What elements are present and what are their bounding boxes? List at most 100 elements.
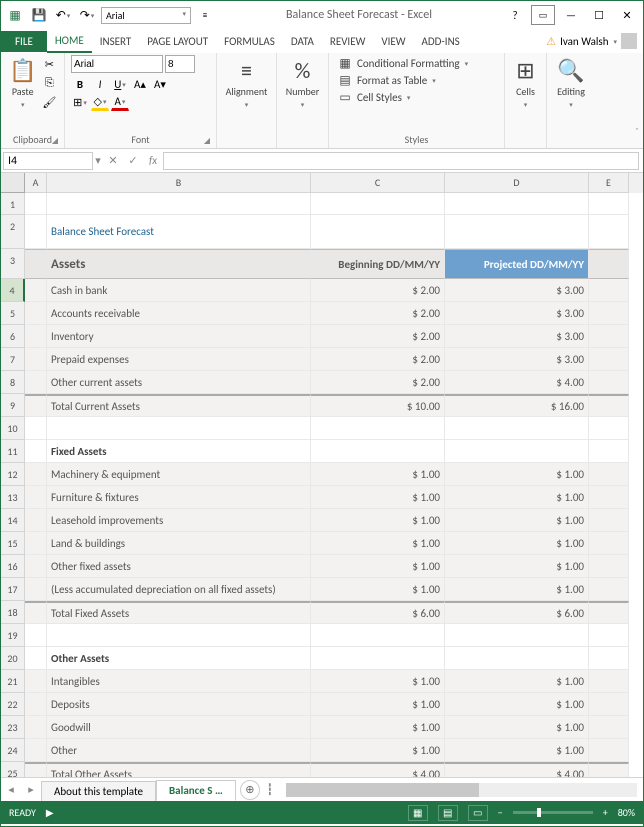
cell[interactable]: [25, 601, 47, 624]
font-dialog-icon[interactable]: ◢: [204, 136, 210, 146]
cut-icon[interactable]: ✂: [40, 55, 58, 73]
cell[interactable]: $ 1.00: [445, 693, 589, 716]
cell[interactable]: $ 1.00: [311, 670, 445, 693]
cell[interactable]: [589, 578, 629, 601]
normal-view-icon[interactable]: ▦: [408, 805, 428, 821]
cell[interactable]: [25, 417, 47, 440]
cell[interactable]: $ 6.00: [311, 601, 445, 624]
cell[interactable]: [47, 417, 311, 440]
cell[interactable]: $ 3.00: [445, 325, 589, 348]
row-head[interactable]: 13: [1, 486, 25, 509]
cell[interactable]: $ 4.00: [445, 762, 589, 777]
cell[interactable]: [25, 578, 47, 601]
add-sheet-icon[interactable]: ⊕: [240, 780, 260, 800]
cell[interactable]: $ 1.00: [445, 555, 589, 578]
cell[interactable]: Goodwill: [47, 716, 311, 739]
decrease-font-icon[interactable]: A▾: [151, 75, 169, 93]
conditional-formatting-button[interactable]: ▦Conditional Formatting▾: [335, 55, 498, 72]
cell[interactable]: $ 1.00: [311, 578, 445, 601]
paste-button[interactable]: 📋 Paste ▾: [7, 55, 38, 111]
qat-font[interactable]: Arial▾: [101, 7, 191, 24]
cell[interactable]: $ 1.00: [445, 532, 589, 555]
cell[interactable]: [25, 624, 47, 647]
cell[interactable]: [25, 693, 47, 716]
cell[interactable]: [589, 348, 629, 371]
cell[interactable]: [589, 509, 629, 532]
cell[interactable]: $ 2.00: [311, 325, 445, 348]
namebox-arrow-icon[interactable]: ▾: [93, 154, 103, 167]
redo-icon[interactable]: ↷▾: [77, 5, 97, 25]
cell[interactable]: $ 1.00: [445, 578, 589, 601]
cell[interactable]: Intangibles: [47, 670, 311, 693]
cell[interactable]: (Less accumulated depreciation on all fi…: [47, 578, 311, 601]
cell[interactable]: $ 10.00: [311, 394, 445, 417]
row-head[interactable]: 7: [1, 348, 25, 371]
row-head[interactable]: 2: [1, 215, 25, 249]
row-head[interactable]: 18: [1, 601, 25, 624]
cell[interactable]: Machinery & equipment: [47, 463, 311, 486]
cell[interactable]: $ 2.00: [311, 348, 445, 371]
cell[interactable]: $ 2.00: [311, 279, 445, 302]
underline-button[interactable]: U▾: [111, 75, 129, 93]
cell[interactable]: [311, 647, 445, 670]
cell[interactable]: $ 3.00: [445, 279, 589, 302]
cell[interactable]: [25, 486, 47, 509]
col-head[interactable]: A: [25, 173, 47, 193]
header-projected[interactable]: Projected DD/MM/YY: [445, 249, 589, 279]
collapse-ribbon-icon[interactable]: ˆ: [635, 125, 639, 138]
cell[interactable]: [25, 532, 47, 555]
increase-font-icon[interactable]: A▴: [131, 75, 149, 93]
undo-icon[interactable]: ↶▾: [53, 5, 73, 25]
zoom-level[interactable]: 80%: [618, 806, 635, 819]
cell[interactable]: [445, 647, 589, 670]
cell[interactable]: Total Fixed Assets: [47, 601, 311, 624]
cell[interactable]: [311, 440, 445, 463]
horizontal-scrollbar[interactable]: [286, 783, 637, 797]
cell[interactable]: [25, 302, 47, 325]
cell[interactable]: [589, 601, 629, 624]
format-painter-icon[interactable]: 🖌: [40, 93, 58, 111]
row-head[interactable]: 10: [1, 417, 25, 440]
cancel-fx-icon[interactable]: ✕: [103, 151, 123, 171]
row-head[interactable]: 11: [1, 440, 25, 463]
cell[interactable]: $ 1.00: [311, 509, 445, 532]
cell[interactable]: [25, 440, 47, 463]
sheet-title[interactable]: Balance Sheet Forecast: [47, 215, 311, 249]
cell[interactable]: $ 4.00: [311, 762, 445, 777]
cell[interactable]: [589, 624, 629, 647]
cell[interactable]: [589, 693, 629, 716]
cell[interactable]: [589, 555, 629, 578]
cells-button[interactable]: ⊞Cells▾: [511, 55, 540, 111]
save-icon[interactable]: 💾: [29, 5, 49, 25]
cell[interactable]: Deposits: [47, 693, 311, 716]
zoom-out-icon[interactable]: −: [498, 806, 503, 819]
row-head[interactable]: 14: [1, 509, 25, 532]
cell[interactable]: [25, 670, 47, 693]
cell[interactable]: $ 1.00: [445, 509, 589, 532]
col-head[interactable]: C: [311, 173, 445, 193]
cell[interactable]: $ 1.00: [311, 463, 445, 486]
cell[interactable]: [589, 394, 629, 417]
cell[interactable]: [445, 440, 589, 463]
cell[interactable]: [589, 417, 629, 440]
cell[interactable]: [589, 762, 629, 777]
cell[interactable]: Cash in bank: [47, 279, 311, 302]
col-head[interactable]: E: [589, 173, 629, 193]
cell[interactable]: [25, 394, 47, 417]
cell[interactable]: [589, 440, 629, 463]
cell-styles-button[interactable]: ▭Cell Styles▾: [335, 89, 498, 106]
cell[interactable]: [589, 302, 629, 325]
cell[interactable]: [25, 647, 47, 670]
cell[interactable]: [589, 463, 629, 486]
user-account[interactable]: ⚠ Ivan Walsh ▾: [546, 33, 643, 49]
name-box[interactable]: [3, 152, 93, 170]
tab-view[interactable]: VIEW: [373, 31, 413, 52]
row-head[interactable]: 15: [1, 532, 25, 555]
col-head[interactable]: D: [445, 173, 589, 193]
select-all-corner[interactable]: [1, 173, 25, 193]
copy-icon[interactable]: ⎘: [40, 74, 58, 92]
row-head[interactable]: 24: [1, 739, 25, 762]
row-head[interactable]: 1: [1, 193, 25, 215]
cell[interactable]: [25, 739, 47, 762]
cell[interactable]: Total Current Assets: [47, 394, 311, 417]
